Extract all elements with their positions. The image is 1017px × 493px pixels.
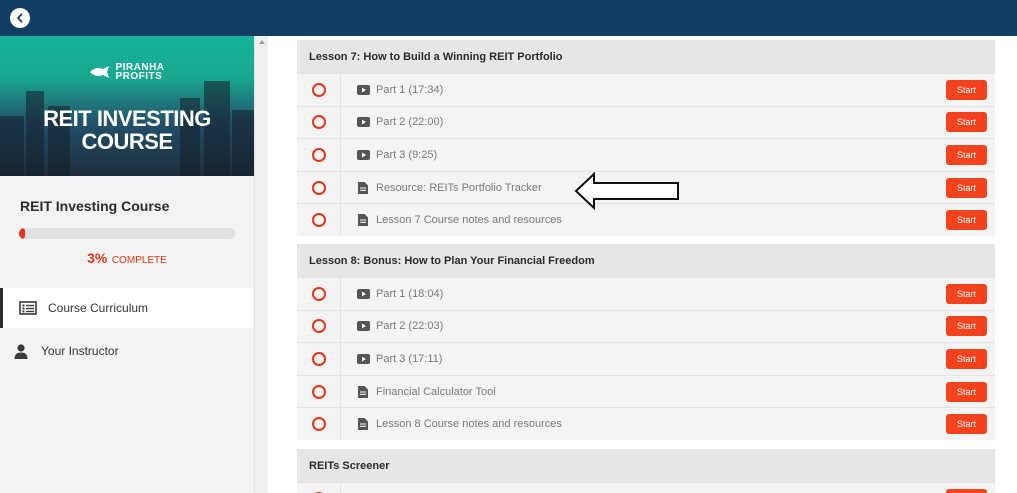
play-icon <box>356 287 370 301</box>
course-hero-image: PIRANHA PROFITS REIT INVESTING COURSE <box>0 36 254 176</box>
completion-circle-icon[interactable] <box>311 286 326 301</box>
start-button[interactable]: Start <box>946 316 987 337</box>
completion-circle-icon[interactable] <box>311 319 326 334</box>
start-button[interactable]: Start <box>946 177 987 198</box>
lecture-row[interactable]: Part 2 (22:03) Start <box>297 309 995 343</box>
lesson-section: REITs Screener <box>297 449 995 493</box>
completion-circle-icon[interactable] <box>311 351 326 366</box>
logo-line-2: PROFITS <box>115 71 163 82</box>
lecture-row[interactable]: Lesson 8 Course notes and resources Star… <box>297 407 995 440</box>
nav-course-curriculum[interactable]: Course Curriculum <box>0 288 253 328</box>
hero-title-line-1: REIT INVESTING <box>43 106 211 131</box>
play-icon <box>356 352 370 366</box>
fish-icon <box>90 66 110 78</box>
play-icon <box>356 148 370 162</box>
start-button[interactable]: Start <box>946 79 987 100</box>
sidebar-scrollbar[interactable] <box>254 36 268 493</box>
start-button[interactable]: Start <box>946 414 987 435</box>
start-button[interactable]: Start <box>946 112 987 133</box>
progress-complete-text: COMPLETE <box>111 255 167 266</box>
completion-circle-icon[interactable] <box>311 115 326 130</box>
lecture-title: Part 1 (17:34) <box>376 83 444 96</box>
sidebar: PIRANHA PROFITS REIT INVESTING COURSE RE… <box>0 36 254 493</box>
progress-percent: 3% <box>87 250 108 266</box>
start-button[interactable]: Start <box>946 210 987 231</box>
lecture-title: Part 3 (9:25) <box>376 148 438 161</box>
start-button[interactable]: Start <box>946 144 987 165</box>
progress-bar <box>19 228 235 239</box>
scroll-up-arrow-icon[interactable] <box>259 40 265 44</box>
lecture-title: Financial Calculator Tool <box>376 385 496 398</box>
back-button[interactable] <box>10 8 30 28</box>
play-icon <box>356 115 370 129</box>
chevron-left-icon <box>17 13 23 23</box>
document-icon <box>356 417 370 431</box>
lecture-row[interactable]: Part 1 (17:34) Start <box>297 73 995 106</box>
completion-circle-icon[interactable] <box>311 82 326 97</box>
arrow-left-icon <box>574 172 679 210</box>
user-icon <box>11 343 31 359</box>
completion-circle-icon[interactable] <box>311 147 326 162</box>
play-icon <box>356 319 370 333</box>
lecture-title: Lesson 8 Course notes and resources <box>376 418 562 431</box>
lecture-title: Part 2 (22:00) <box>376 116 444 129</box>
document-icon <box>356 213 370 227</box>
completion-circle-icon[interactable] <box>311 384 326 399</box>
lecture-title: Part 3 (17:11) <box>376 352 443 365</box>
section-header: Lesson 8: Bonus: How to Plan Your Financ… <box>297 244 995 277</box>
document-icon <box>356 385 370 399</box>
start-button[interactable]: Start <box>946 348 987 369</box>
lecture-row[interactable] <box>297 482 995 493</box>
lecture-row[interactable]: Part 2 (22:00) Start <box>297 105 995 139</box>
play-icon <box>356 83 370 97</box>
completion-circle-icon[interactable] <box>311 213 326 228</box>
section-header: Lesson 7: How to Build a Winning REIT Po… <box>297 40 995 73</box>
nav-course-curriculum-label: Course Curriculum <box>48 301 149 315</box>
course-title: REIT Investing Course <box>20 198 170 214</box>
start-button[interactable]: Start <box>946 381 987 402</box>
lecture-row[interactable]: Part 3 (9:25) Start <box>297 138 995 171</box>
lesson-section: Lesson 8: Bonus: How to Plan Your Financ… <box>297 244 995 440</box>
start-button[interactable] <box>946 488 987 493</box>
lecture-row[interactable]: Part 1 (18:04) Start <box>297 277 995 310</box>
progress-label: 3% COMPLETE <box>0 250 254 268</box>
piranha-profits-logo: PIRANHA PROFITS <box>0 63 254 82</box>
nav-your-instructor[interactable]: Your Instructor <box>0 331 253 371</box>
hero-title: REIT INVESTING COURSE <box>0 107 254 153</box>
list-icon <box>18 300 38 316</box>
nav-your-instructor-label: Your Instructor <box>41 344 119 358</box>
curriculum-main: Lesson 7: How to Build a Winning REIT Po… <box>268 36 1017 493</box>
document-icon <box>356 181 370 195</box>
hero-title-line-2: COURSE <box>81 129 173 154</box>
lecture-title: Part 2 (22:03) <box>376 320 444 333</box>
progress-fill <box>19 228 26 239</box>
top-bar <box>0 0 1017 36</box>
lecture-title: Lesson 7 Course notes and resources <box>376 214 562 227</box>
lecture-title: Part 1 (18:04) <box>376 287 444 300</box>
lecture-row[interactable]: Financial Calculator Tool Start <box>297 374 995 408</box>
section-header: REITs Screener <box>297 449 995 482</box>
lecture-row[interactable]: Part 3 (17:11) Start <box>297 342 995 375</box>
completion-circle-icon[interactable] <box>311 180 326 195</box>
start-button[interactable]: Start <box>946 283 987 304</box>
completion-circle-icon[interactable] <box>311 417 326 432</box>
